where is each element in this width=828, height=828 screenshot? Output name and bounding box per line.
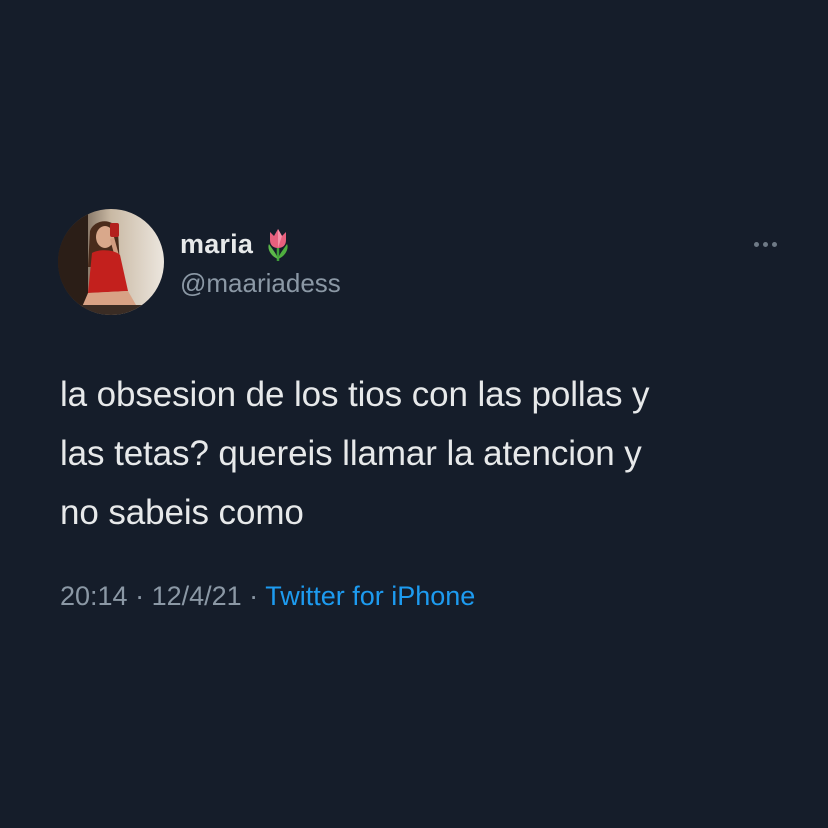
tweet-meta: 20:14 · 12/4/21 · Twitter for iPhone	[60, 581, 475, 612]
tweet-source-link[interactable]: Twitter for iPhone	[265, 581, 475, 611]
tweet-text-line: no sabeis como	[60, 493, 304, 532]
tulip-icon	[263, 226, 293, 262]
display-name[interactable]: maria	[180, 229, 253, 260]
avatar[interactable]	[58, 209, 164, 315]
tweet-card: maria @maariadess la obsesion de los tio…	[0, 0, 828, 828]
tweet-text-line: la obsesion de los tios con las pollas y	[60, 375, 650, 414]
more-horizontal-icon-dot	[771, 241, 777, 247]
meta-separator: ·	[127, 581, 152, 611]
tweet-date[interactable]: 12/4/21	[152, 581, 242, 611]
more-horizontal-icon-dot	[753, 241, 759, 247]
user-handle[interactable]: @maariadess	[180, 268, 341, 299]
more-options-button[interactable]	[745, 232, 785, 256]
tweet-text: la obsesion de los tios con las pollas y…	[60, 365, 800, 542]
avatar-photo	[58, 209, 164, 315]
more-horizontal-icon-dot	[762, 241, 768, 247]
display-name-row: maria	[180, 224, 293, 264]
meta-separator: ·	[241, 581, 266, 611]
tweet-text-line: las tetas? quereis llamar la atencion y	[60, 434, 642, 473]
tweet-time[interactable]: 20:14	[60, 581, 128, 611]
